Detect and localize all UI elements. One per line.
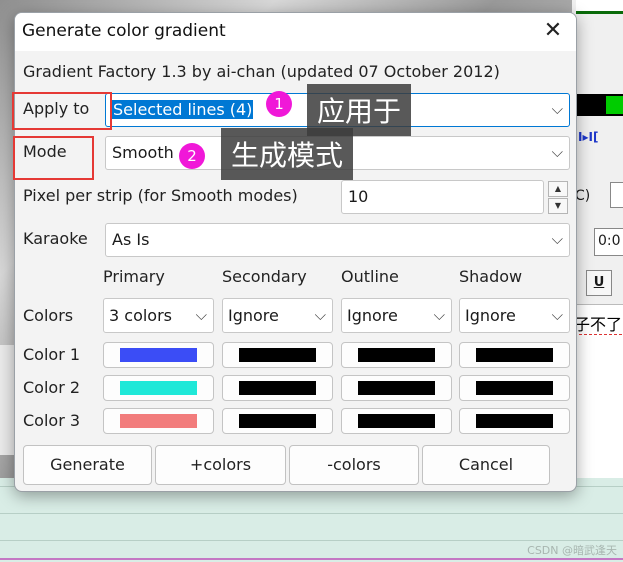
outline-colors-value: Ignore	[347, 306, 398, 325]
chevron-down-icon: ⌵	[551, 143, 563, 161]
spin-down-icon[interactable]: ▼	[548, 198, 568, 214]
color-swatch	[476, 348, 553, 362]
subtitle-text: 子不了	[574, 315, 623, 335]
chevron-down-icon: ⌵	[551, 230, 563, 248]
add-colors-button[interactable]: +colors	[155, 445, 286, 485]
spin-up-icon[interactable]: ▲	[548, 181, 568, 197]
chevron-down-icon: ⌵	[195, 306, 207, 324]
highlight-apply-to	[12, 92, 112, 130]
karaoke-value: As Is	[112, 230, 150, 249]
color-1-shadow-swatch-button[interactable]	[459, 342, 570, 368]
color-swatch	[358, 348, 435, 362]
column-header-outline: Outline	[341, 267, 399, 286]
color-3-outline-swatch-button[interactable]	[341, 408, 452, 434]
grid-line	[0, 558, 623, 560]
color-1-label: Color 1	[23, 345, 81, 364]
subtitle-grid	[572, 338, 623, 478]
style-dropdown[interactable]	[610, 182, 623, 208]
generate-button[interactable]: Generate	[23, 445, 152, 485]
color-3-secondary-swatch-button[interactable]	[222, 408, 333, 434]
outline-colors-select[interactable]: Ignore ⌵	[341, 298, 452, 333]
color-3-shadow-swatch-button[interactable]	[459, 408, 570, 434]
chevron-down-icon: ⌵	[433, 306, 445, 324]
time-field[interactable]: 0:0	[594, 228, 623, 256]
color-2-shadow-swatch-button[interactable]	[459, 375, 570, 401]
color-1-primary-swatch-button[interactable]	[103, 342, 214, 368]
primary-colors-select[interactable]: 3 colors ⌵	[103, 298, 214, 333]
cancel-button[interactable]: Cancel	[422, 445, 550, 485]
pixel-per-strip-label: Pixel per strip (for Smooth modes)	[23, 186, 298, 205]
audio-level-bar	[576, 0, 623, 14]
dialog-title: Generate color gradient	[22, 21, 226, 41]
mode-value: Smooth	[112, 143, 174, 162]
gradient-dialog: Generate color gradient ✕ Gradient Facto…	[14, 12, 577, 492]
color-swatch	[239, 348, 316, 362]
color-swatch	[120, 381, 197, 395]
color-2-primary-swatch-button[interactable]	[103, 375, 214, 401]
marker-buttons[interactable]: I▸I[	[578, 130, 598, 144]
close-icon[interactable]: ✕	[541, 20, 565, 44]
annotation-badge-2: 2	[179, 143, 205, 169]
color-2-label: Color 2	[23, 378, 81, 397]
karaoke-select[interactable]: As Is ⌵	[105, 223, 570, 257]
color-swatch	[239, 381, 316, 395]
chevron-down-icon: ⌵	[314, 306, 326, 324]
left-ruler	[0, 345, 14, 455]
secondary-colors-select[interactable]: Ignore ⌵	[222, 298, 333, 333]
background-app-panel: I▸I[ C) 0:0 U 子不了	[572, 0, 623, 478]
subtitle-edit-box[interactable]: 子不了	[572, 304, 623, 338]
color-2-outline-swatch-button[interactable]	[341, 375, 452, 401]
color-1-secondary-swatch-button[interactable]	[222, 342, 333, 368]
underline-button[interactable]: U	[586, 270, 612, 296]
column-header-primary: Primary	[103, 267, 165, 286]
chevron-down-icon: ⌵	[551, 306, 563, 324]
version-text: Gradient Factory 1.3 by ai-chan (updated…	[23, 62, 500, 81]
highlight-mode	[13, 136, 94, 180]
color-swatch	[476, 381, 553, 395]
color-swatch	[358, 381, 435, 395]
color-3-label: Color 3	[23, 411, 81, 430]
secondary-colors-value: Ignore	[228, 306, 279, 325]
grid-line	[0, 540, 623, 541]
chevron-down-icon: ⌵	[551, 100, 563, 118]
colors-label: Colors	[23, 306, 74, 325]
primary-colors-value: 3 colors	[109, 306, 172, 325]
remove-colors-button[interactable]: -colors	[289, 445, 419, 485]
c-label: C)	[575, 188, 591, 204]
annotation-badge-1: 1	[266, 91, 292, 117]
color-3-primary-swatch-button[interactable]	[103, 408, 214, 434]
green-indicator	[606, 96, 623, 114]
watermark: CSDN @暗武逢天	[527, 544, 617, 557]
color-swatch	[120, 414, 197, 428]
color-2-secondary-swatch-button[interactable]	[222, 375, 333, 401]
color-swatch	[120, 348, 197, 362]
color-swatch	[476, 414, 553, 428]
color-swatch	[358, 414, 435, 428]
grid-line	[0, 513, 623, 514]
color-1-outline-swatch-button[interactable]	[341, 342, 452, 368]
color-swatch	[239, 414, 316, 428]
video-strip	[572, 94, 623, 116]
column-header-shadow: Shadow	[459, 267, 523, 286]
apply-to-value: Selected lines (4)	[112, 100, 254, 119]
column-header-secondary: Secondary	[222, 267, 307, 286]
shadow-colors-select[interactable]: Ignore ⌵	[459, 298, 570, 333]
karaoke-label: Karaoke	[23, 229, 88, 248]
annotation-callout-2: 生成模式	[221, 128, 354, 180]
shadow-colors-value: Ignore	[465, 306, 516, 325]
title-bar: Generate color gradient ✕	[15, 13, 576, 51]
pixel-per-strip-input[interactable]: 10	[341, 180, 544, 214]
